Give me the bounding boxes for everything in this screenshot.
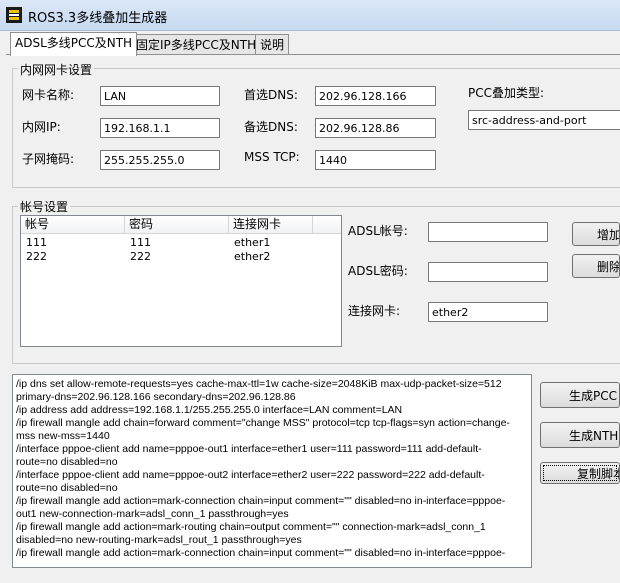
output-line: mss new-mss=1440 (16, 430, 110, 442)
cell-nic: ether1 (234, 236, 271, 249)
mss-tcp-label: MSS TCP: (244, 150, 300, 164)
pcc-type-select[interactable] (468, 110, 620, 130)
column-header-account[interactable]: 帐号 (21, 216, 125, 233)
app-icon (6, 7, 22, 23)
output-line: disabled=no new-routing-mark=adsl_rout_1… (16, 534, 302, 546)
subnet-mask-label: 子网掩码: (22, 152, 75, 166)
output-line: /ip dns set allow-remote-requests=yes ca… (16, 378, 502, 390)
adsl-password-label: ADSL密码: (348, 264, 408, 278)
adsl-password-field[interactable] (428, 262, 548, 282)
output-line: primary-dns=202.96.128.166 secondary-dns… (16, 391, 296, 403)
output-line: route=no disabled=no (16, 482, 118, 494)
tab-adsl-pcc-nth[interactable]: ADSL多线PCC及NTH (10, 32, 138, 56)
output-line: route=no disabled=no (16, 456, 118, 468)
secondary-dns-label: 备选DNS: (244, 120, 298, 134)
nic-name-field[interactable] (100, 86, 220, 106)
account-settings-title: 帐号设置 (18, 198, 71, 215)
nic-name-label: 网卡名称: (22, 88, 75, 102)
account-list-header: 帐号 密码 连接网卡 (21, 216, 341, 234)
cell-password: 111 (130, 236, 151, 249)
subnet-mask-field[interactable] (100, 150, 220, 170)
window-title: ROS3.3多线叠加生成器 (28, 11, 168, 26)
output-line: /ip address add address=192.168.1.1/255.… (16, 404, 403, 416)
pcc-type-label: PCC叠加类型: (468, 86, 545, 100)
mss-tcp-field[interactable] (315, 150, 436, 170)
output-line: /ip firewall mangle add action=mark-rout… (16, 521, 486, 533)
connect-nic-field[interactable] (428, 302, 548, 322)
generate-pcc-button[interactable]: 生成PCC (540, 382, 620, 408)
adsl-account-label: ADSL帐号: (348, 224, 408, 238)
lan-ip-label: 内网IP: (22, 120, 61, 134)
column-header-password[interactable]: 密码 (125, 216, 229, 233)
output-line: /ip firewall mangle add chain=forward co… (16, 417, 510, 429)
primary-dns-field[interactable] (315, 86, 436, 106)
output-line: /ip firewall mangle add action=mark-conn… (16, 495, 506, 507)
script-output[interactable]: /ip dns set allow-remote-requests=yes ca… (12, 374, 532, 568)
column-header-nic[interactable]: 连接网卡 (229, 216, 313, 233)
cell-account: 111 (26, 236, 47, 249)
table-row[interactable]: 111 111 ether1 (21, 236, 341, 250)
adsl-account-field[interactable] (428, 222, 548, 242)
tab-help[interactable]: 说明 (255, 34, 290, 56)
lan-ip-field[interactable] (100, 118, 220, 138)
primary-dns-label: 首选DNS: (244, 88, 298, 102)
table-row[interactable]: 222 222 ether2 (21, 250, 341, 264)
output-line: /interface pppoe-client add name=pppoe-o… (16, 469, 485, 481)
copy-script-button[interactable]: 复制脚本 (540, 462, 620, 484)
add-account-button[interactable]: 增加 (572, 222, 620, 246)
account-list[interactable]: 帐号 密码 连接网卡 111 111 ether1 222 222 ether2 (20, 215, 342, 347)
output-line: /ip firewall mangle add action=mark-conn… (16, 547, 506, 559)
generate-nth-button[interactable]: 生成NTH (540, 422, 620, 448)
lan-settings-title: 内网网卡设置 (18, 61, 95, 78)
title-bar[interactable]: ROS3.3多线叠加生成器 (0, 0, 620, 31)
delete-account-button[interactable]: 删除 (572, 254, 620, 278)
connect-nic-label: 连接网卡: (348, 304, 401, 318)
tab-static-ip-pcc-nth[interactable]: 固定IP多线PCC及NTH (131, 34, 262, 56)
cell-account: 222 (26, 250, 47, 263)
output-line: /interface pppoe-client add name=pppoe-o… (16, 443, 482, 455)
output-line: out1 new-connection-mark=adsl_conn_1 pas… (16, 508, 289, 520)
cell-nic: ether2 (234, 250, 271, 263)
secondary-dns-field[interactable] (315, 118, 436, 138)
cell-password: 222 (130, 250, 151, 263)
